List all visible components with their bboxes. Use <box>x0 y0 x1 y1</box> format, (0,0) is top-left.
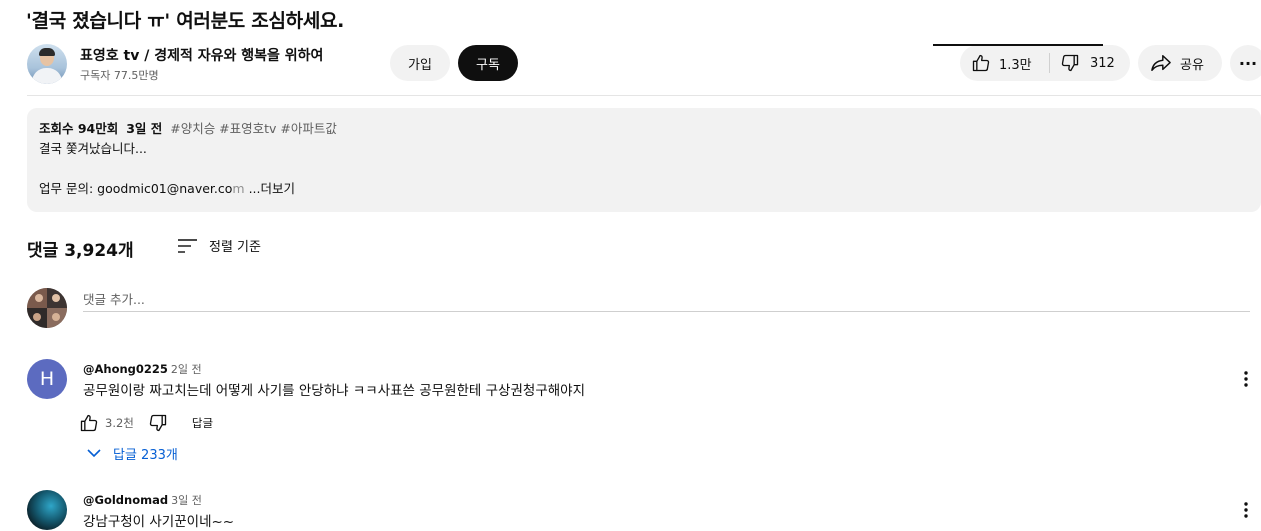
comment-time[interactable]: 3일 전 <box>171 494 202 507</box>
video-title: '결국 졌습니다 ㅠ' 여러분도 조심하세요. <box>26 10 345 32</box>
channel-name-line: 표영호 tv / 경제적 자유와 행복을 위하여 <box>80 45 323 65</box>
sort-label: 정렬 기준 <box>209 240 261 255</box>
view-count: 조회수 94만회 <box>39 121 119 136</box>
description-line: 결국 쫓겨났습니다... <box>39 141 147 156</box>
comment-actions: 3.2천 답글 <box>79 411 213 435</box>
comment-avatar[interactable] <box>27 490 67 530</box>
comment-author[interactable]: @Goldnomad <box>83 493 168 507</box>
sort-button[interactable]: 정렬 기준 <box>177 236 261 255</box>
thumbs-down-icon <box>1061 54 1079 72</box>
subscribe-button[interactable]: 구독 <box>458 45 518 81</box>
comments-count-heading: 댓글 3,924개 <box>27 241 134 261</box>
more-actions-button[interactable]: ··· <box>1230 45 1261 81</box>
comment-time[interactable]: 2일 전 <box>171 363 202 376</box>
join-button[interactable]: 가입 <box>390 45 450 81</box>
comment-menu-button[interactable] <box>1231 498 1261 522</box>
view-replies-button[interactable]: 답글 233개 <box>87 444 178 463</box>
thumbs-up-icon <box>80 414 98 432</box>
add-comment-input[interactable]: 댓글 추가... <box>83 286 1250 312</box>
like-dislike-group: 1.3만 312 <box>960 45 1130 81</box>
comment-like-count: 3.2천 <box>105 416 134 430</box>
hashtags[interactable]: #양치승 #표영호tv #아파트값 <box>170 121 337 136</box>
owner-row: 표영호 tv / 경제적 자유와 행복을 위하여 구독자 77.5만명 가입 구… <box>27 44 1261 84</box>
thumbs-down-icon <box>149 414 167 432</box>
user-avatar <box>27 288 67 328</box>
upload-age: 3일 전 <box>126 121 163 136</box>
comment-author[interactable]: @Ahong0225 <box>83 362 168 376</box>
comment-like-button[interactable] <box>79 413 105 433</box>
description-box[interactable]: 조회수 94만회 3일 전 #양치승 #표영호tv #아파트값 결국 쫓겨났습니… <box>27 108 1261 212</box>
comment-menu-button[interactable] <box>1231 367 1261 391</box>
comment-dislike-button[interactable] <box>148 413 168 433</box>
description-stats: 조회수 94만회 3일 전 #양치승 #표영호tv #아파트값 <box>39 119 1249 139</box>
like-button[interactable]: 1.3만 <box>960 45 1050 81</box>
replies-count: 답글 233개 <box>113 448 178 463</box>
divider <box>27 95 1261 96</box>
comment-text: 공무원이랑 짜고치는데 어떻게 사기를 안당하냐 ㅋㅋ사표쓴 공무원한테 구상권… <box>83 383 585 399</box>
dislike-count: 312 <box>1090 55 1115 71</box>
share-button[interactable]: 공유 <box>1138 45 1222 81</box>
comment-text: 강남구청이 사기꾼이네~~ <box>83 514 235 530</box>
dislike-button[interactable]: 312 <box>1050 45 1130 81</box>
kebab-menu-icon <box>1244 371 1248 387</box>
comment-header: @Ahong0225 2일 전 <box>83 361 202 377</box>
channel-name[interactable]: 표영호 tv <box>80 48 139 64</box>
share-label: 공유 <box>1180 57 1204 73</box>
thumbs-up-icon <box>972 54 990 72</box>
comment-thread: @Goldnomad 3일 전 강남구청이 사기꾼이네~~ <box>27 490 1261 531</box>
chevron-down-icon <box>87 449 101 458</box>
contact-email-fade: m <box>232 181 245 196</box>
contact-email: 업무 문의: goodmic01@naver.co <box>39 181 233 196</box>
channel-slogan: / 경제적 자유와 행복을 위하여 <box>139 48 324 64</box>
comment-header: @Goldnomad 3일 전 <box>83 492 202 508</box>
share-arrow-icon <box>1151 55 1171 72</box>
like-count: 1.3만 <box>999 57 1032 73</box>
comment-avatar[interactable]: H <box>27 359 67 399</box>
kebab-menu-icon <box>1244 502 1248 518</box>
reply-button[interactable]: 답글 <box>192 415 213 431</box>
channel-avatar[interactable] <box>27 44 67 84</box>
sort-icon <box>178 238 197 253</box>
subscriber-count: 구독자 77.5만명 <box>80 69 159 82</box>
show-more-link[interactable]: ...더보기 <box>245 181 295 196</box>
comment-thread: H @Ahong0225 2일 전 공무원이랑 짜고치는데 어떻게 사기를 안당하… <box>27 359 1261 479</box>
description-contact: 업무 문의: goodmic01@naver.com ...더보기 <box>39 179 1249 199</box>
like-underline <box>933 44 1103 46</box>
